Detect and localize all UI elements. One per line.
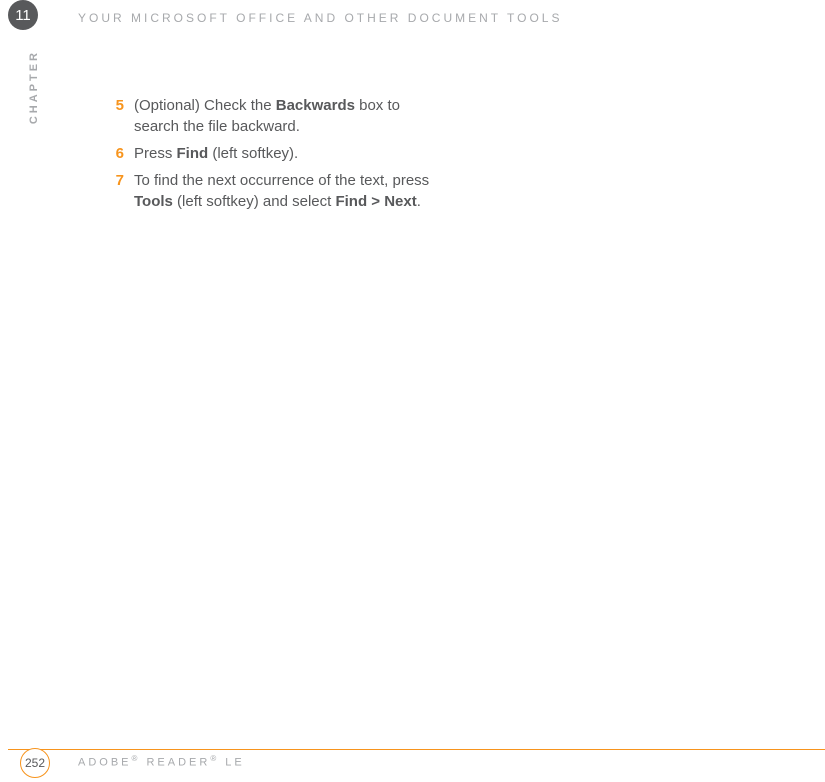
steps-content: 5(Optional) Check the Backwards box to s… [108, 95, 438, 218]
chapter-label: CHAPTER [28, 50, 40, 124]
step-number: 5 [108, 95, 134, 137]
page-number: 252 [25, 756, 45, 770]
step-text: Press Find (left softkey). [134, 143, 298, 164]
footer-divider [8, 749, 825, 750]
chapter-number: 11 [15, 7, 31, 24]
step-number: 6 [108, 143, 134, 164]
step-item: 6Press Find (left softkey). [108, 143, 438, 164]
footer-text: ADOBE® READER® LE [78, 754, 245, 769]
step-item: 7To find the next occurrence of the text… [108, 170, 438, 212]
page-number-badge: 252 [20, 748, 50, 778]
step-text: (Optional) Check the Backwards box to se… [134, 95, 438, 137]
chapter-number-badge: 11 [8, 0, 38, 30]
step-number: 7 [108, 170, 134, 212]
step-item: 5(Optional) Check the Backwards box to s… [108, 95, 438, 137]
chapter-title: YOUR MICROSOFT OFFICE AND OTHER DOCUMENT… [78, 11, 562, 25]
step-text: To find the next occurrence of the text,… [134, 170, 438, 212]
